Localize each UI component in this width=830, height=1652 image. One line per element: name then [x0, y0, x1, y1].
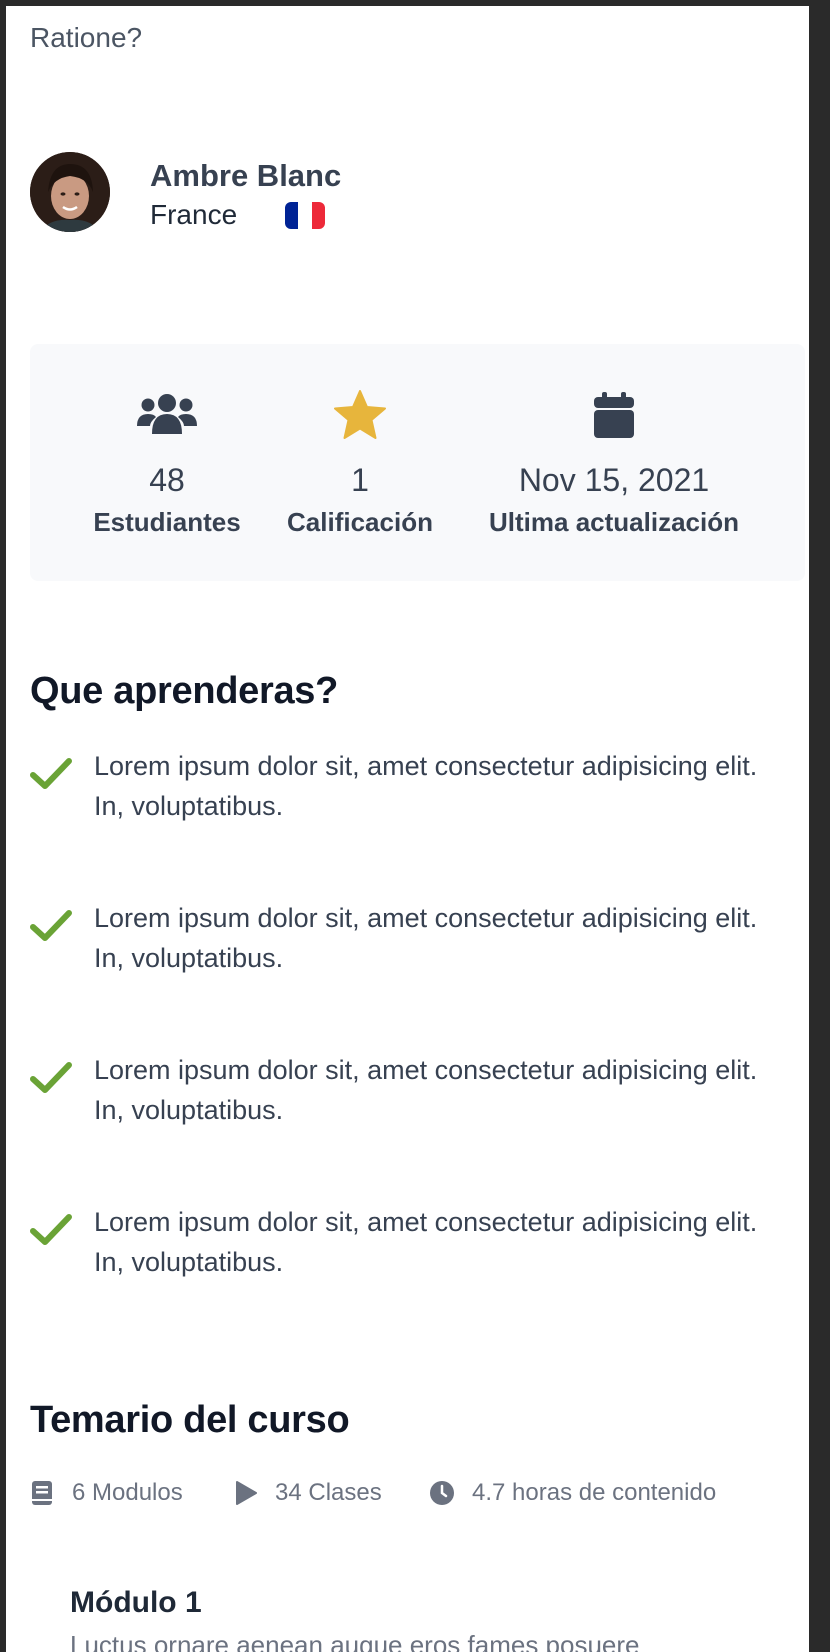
- modules-count-text: 6 Modulos: [72, 1479, 183, 1506]
- check-icon: [30, 758, 72, 789]
- stat-last-updated-label: Ultima actualización: [489, 507, 739, 537]
- module-description: Luctus ornare aenean augue eros fames po…: [70, 1630, 640, 1652]
- france-flag-icon: [285, 202, 325, 229]
- stat-last-updated-value: Nov 15, 2021: [518, 462, 710, 498]
- learn-section-title: Que aprenderas?: [30, 670, 339, 712]
- syllabus-section-title: Temario del curso: [30, 1399, 350, 1441]
- syllabus-meta: 6 Modulos 34 Clases 4.7 horas de conteni…: [30, 1476, 809, 1516]
- course-stats-panel: 48 Estudiantes 1 Calificación Nov 15, 20…: [30, 344, 805, 581]
- stat-rating-label: Calificación: [287, 507, 433, 537]
- learn-item: Lorem ipsum dolor sit, amet consectetur …: [30, 1202, 790, 1292]
- stat-students-value: 48: [149, 462, 185, 498]
- classes-count-text: 34 Clases: [275, 1479, 382, 1506]
- book-icon: [32, 1481, 52, 1505]
- stat-students-label: Estudiantes: [93, 507, 241, 537]
- calendar-icon: [594, 392, 634, 438]
- users-icon: [137, 394, 197, 434]
- instructor-avatar: [30, 152, 110, 232]
- star-icon: [334, 390, 386, 439]
- instructor-country: France: [150, 199, 238, 230]
- clock-icon: [430, 1481, 454, 1505]
- learn-item-text: Lorem ipsum dolor sit, amet consectetur …: [94, 1207, 758, 1277]
- learn-item: Lorem ipsum dolor sit, amet consectetur …: [30, 746, 790, 836]
- content-hours: 4.7 horas de contenido: [430, 1476, 716, 1510]
- stat-rating-value: 1: [351, 462, 369, 498]
- check-icon: [30, 1214, 72, 1245]
- learn-item: Lorem ipsum dolor sit, amet consectetur …: [30, 1050, 790, 1140]
- page-frame: asperiores, et explicabo ipsum ex cupidi…: [6, 6, 809, 1652]
- classes-count: 34 Clases: [235, 1476, 382, 1510]
- learn-item-text: Lorem ipsum dolor sit, amet consectetur …: [94, 903, 758, 973]
- modules-count: 6 Modulos: [30, 1476, 183, 1510]
- instructor-card[interactable]: Ambre Blanc France: [30, 152, 530, 232]
- learn-item-text: Lorem ipsum dolor sit, amet consectetur …: [94, 1055, 758, 1125]
- check-icon: [30, 910, 72, 941]
- course-description-tail: asperiores, et explicabo ipsum ex cupidi…: [30, 22, 143, 53]
- learn-item-text: Lorem ipsum dolor sit, amet consectetur …: [94, 751, 758, 821]
- module-title[interactable]: Módulo 1: [70, 1586, 202, 1620]
- instructor-name[interactable]: Ambre Blanc: [150, 158, 341, 194]
- check-icon: [30, 1062, 72, 1093]
- learn-item: Lorem ipsum dolor sit, amet consectetur …: [30, 898, 790, 988]
- play-icon: [236, 1481, 257, 1505]
- content-hours-text: 4.7 horas de contenido: [472, 1479, 717, 1506]
